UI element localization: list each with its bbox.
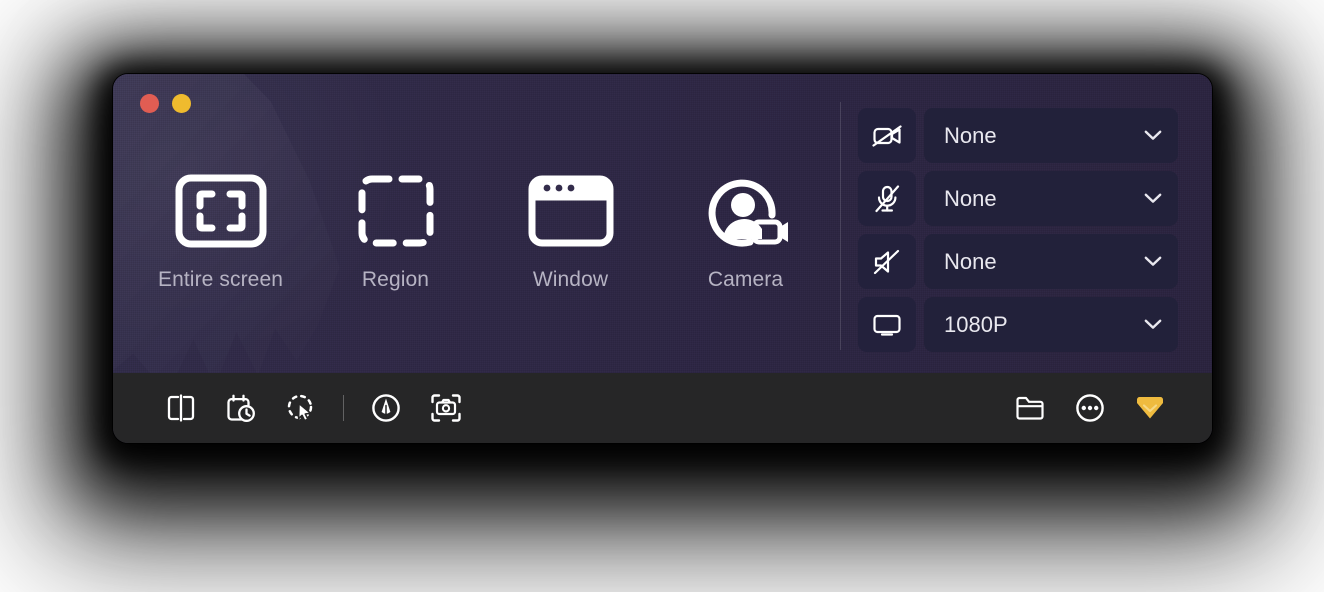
bottom-toolbar <box>113 373 1212 443</box>
display-icon[interactable] <box>858 297 916 352</box>
settings-panel: None None None 1080P <box>858 108 1178 352</box>
toolbar-right-group <box>1000 386 1180 430</box>
camera-select[interactable]: None <box>924 108 1178 163</box>
fullscreen-frame-icon <box>174 170 268 252</box>
capture-mode-label: Camera <box>707 268 784 291</box>
toolbar-left-group <box>151 386 476 430</box>
browser-window-icon <box>527 170 615 252</box>
microphone-off-icon[interactable] <box>858 171 916 226</box>
capture-mode-label: Window <box>532 268 609 291</box>
setting-row-system-audio: None <box>858 234 1178 289</box>
speaker-muted-icon[interactable] <box>858 234 916 289</box>
capture-mode-label: Region <box>361 268 430 291</box>
chevron-down-icon <box>1144 253 1162 271</box>
microphone-select-value: None <box>944 185 997 211</box>
resolution-select[interactable]: 1080P <box>924 297 1178 352</box>
screen-recorder-window: Entire screen Region Window Camera None … <box>113 74 1212 443</box>
person-camera-icon <box>702 170 790 252</box>
setting-row-resolution: 1080P <box>858 297 1178 352</box>
setting-row-microphone: None <box>858 171 1178 226</box>
resolution-select-value: 1080P <box>944 311 1008 337</box>
toolbar-divider <box>343 395 344 421</box>
pen-circle-icon[interactable] <box>362 386 410 430</box>
system-audio-select-value: None <box>944 248 997 274</box>
cursor-highlight-icon[interactable] <box>277 386 325 430</box>
capture-mode-window[interactable]: Window <box>483 170 658 330</box>
dashed-rectangle-icon <box>356 170 436 252</box>
window-controls <box>140 94 191 113</box>
calendar-clock-icon[interactable] <box>217 386 265 430</box>
camera-off-icon[interactable] <box>858 108 916 163</box>
close-button[interactable] <box>140 94 159 113</box>
more-circle-icon[interactable] <box>1066 386 1114 430</box>
diamond-icon[interactable] <box>1126 386 1174 430</box>
capture-mode-region[interactable]: Region <box>308 170 483 330</box>
minimize-button[interactable] <box>172 94 191 113</box>
setting-row-camera: None <box>858 108 1178 163</box>
camera-frame-icon[interactable] <box>422 386 470 430</box>
capture-mode-label: Entire screen <box>157 268 284 291</box>
chevron-down-icon <box>1144 316 1162 334</box>
camera-select-value: None <box>944 122 997 148</box>
split-panel-icon[interactable] <box>157 386 205 430</box>
microphone-select[interactable]: None <box>924 171 1178 226</box>
folder-icon[interactable] <box>1006 386 1054 430</box>
capture-mode-group: Entire screen Region Window Camera <box>133 170 833 330</box>
chevron-down-icon <box>1144 190 1162 208</box>
capture-mode-camera[interactable]: Camera <box>658 170 833 330</box>
system-audio-select[interactable]: None <box>924 234 1178 289</box>
capture-mode-entire-screen[interactable]: Entire screen <box>133 170 308 330</box>
stage-divider <box>840 102 841 350</box>
chevron-down-icon <box>1144 127 1162 145</box>
